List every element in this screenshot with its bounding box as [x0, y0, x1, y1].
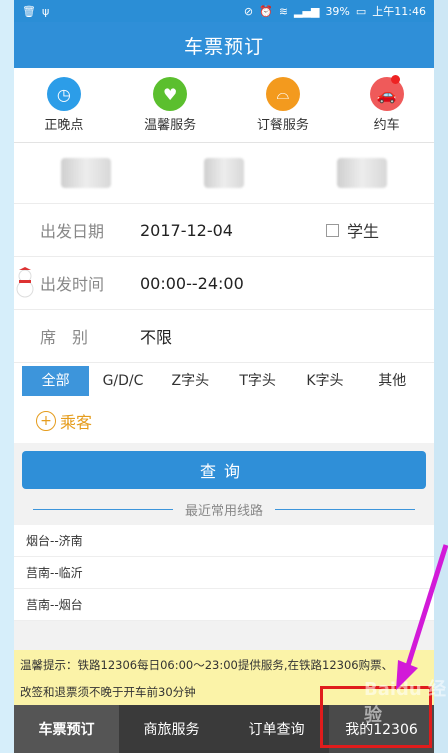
trash-icon: 🗑 — [22, 4, 36, 18]
usb-icon: ψ — [41, 4, 50, 18]
quick-label: 约车 — [373, 118, 400, 133]
tab-ticket-booking[interactable]: 车票预订 — [14, 705, 119, 753]
student-label: 学生 — [347, 222, 380, 241]
quick-label: 温馨服务 — [144, 118, 197, 133]
mute-icon: ⊘ — [243, 4, 254, 18]
train-type-filter: 全部 G/D/C Z字头 T字头 K字头 其他 — [14, 362, 434, 399]
plus-icon: + — [36, 411, 56, 431]
background-edge — [434, 0, 448, 753]
station-selector — [14, 143, 434, 203]
tab-business-service[interactable]: 商旅服务 — [119, 705, 224, 753]
snowman-icon — [16, 267, 34, 298]
passenger-label: 乘客 — [60, 413, 93, 432]
date-label: 出发日期 — [40, 222, 105, 241]
battery-level: 39% — [325, 4, 350, 18]
tab-order-query[interactable]: 订单查询 — [224, 705, 329, 753]
filter-other[interactable]: 其他 — [359, 366, 426, 396]
query-button[interactable]: 查询 — [22, 451, 426, 489]
time-value[interactable]: 00:00--24:00 — [140, 274, 244, 293]
filter-all[interactable]: 全部 — [22, 366, 90, 396]
page-title: 车票预订 — [183, 35, 264, 58]
checkbox-icon[interactable] — [326, 223, 339, 237]
add-passenger[interactable]: + 乘客 — [14, 399, 434, 443]
time-row[interactable]: 出发时间 00:00--24:00 — [14, 256, 434, 309]
divider — [32, 508, 173, 510]
clock-time: 上午11:46 — [372, 5, 426, 18]
seat-value[interactable]: 不限 — [140, 324, 172, 348]
status-bar: 🗑 ψ ⊘ ⏰ ≋ ▂▄▆ 39% ▭ 上午11:46 — [14, 0, 434, 22]
wifi-icon: ≋ — [278, 4, 289, 18]
app-title-bar: 车票预订 — [14, 22, 434, 68]
booking-form: 出发日期 2017-12-04 学生 出发时间 00:00--24:00 席 别… — [14, 203, 434, 362]
date-value[interactable]: 2017-12-04 — [140, 221, 233, 240]
food-dome-icon: ⌓ — [265, 77, 300, 111]
filter-z[interactable]: Z字头 — [157, 366, 224, 396]
filter-k[interactable]: K字头 — [291, 366, 358, 396]
signal-icon: ▂▄▆ — [294, 4, 320, 18]
quick-car-booking[interactable]: 🚗 约车 — [369, 75, 404, 133]
filter-gdc[interactable]: G/D/C — [89, 366, 156, 396]
student-checkbox[interactable]: 学生 — [326, 218, 379, 242]
battery-icon: ▭ — [355, 4, 367, 18]
from-station-blurred[interactable] — [60, 158, 111, 188]
alarm-icon: ⏰ — [259, 4, 273, 18]
recent-title: 最近常用线路 — [184, 503, 263, 519]
list-item[interactable]: 莒南--临沂 — [14, 557, 434, 589]
divider — [275, 508, 415, 510]
quick-label: 正晚点 — [44, 118, 84, 133]
heart-hand-icon: ♥ — [153, 77, 188, 111]
quick-services: ◷ 正晚点 ♥ 温馨服务 ⌓ 订餐服务 🚗 约车 — [14, 68, 434, 143]
clock-icon: ◷ — [46, 77, 81, 111]
list-item[interactable]: 烟台--济南 — [14, 525, 434, 557]
to-station-blurred[interactable] — [337, 158, 388, 188]
list-item[interactable]: 莒南--烟台 — [14, 589, 434, 621]
date-row[interactable]: 出发日期 2017-12-04 学生 — [14, 203, 434, 256]
seat-label: 席 别 — [40, 328, 89, 347]
filter-t[interactable]: T字头 — [224, 366, 291, 396]
recent-routes-header: 最近常用线路 — [14, 499, 434, 519]
notification-dot — [390, 75, 400, 84]
recent-routes: 烟台--济南 莒南--临沂 莒南--烟台 — [14, 525, 434, 621]
quick-meal-service[interactable]: ⌓ 订餐服务 — [257, 77, 309, 133]
quick-label: 订餐服务 — [256, 118, 309, 133]
swap-blurred[interactable] — [203, 158, 244, 188]
seat-row[interactable]: 席 别 不限 — [14, 309, 434, 362]
phone-screen: 🗑 ψ ⊘ ⏰ ≋ ▂▄▆ 39% ▭ 上午11:46 车票预订 ◷ 正晚点 ♥… — [14, 0, 434, 753]
quick-warm-service[interactable]: ♥ 温馨服务 — [144, 77, 196, 133]
quick-delay-status[interactable]: ◷ 正晚点 — [44, 77, 83, 133]
watermark: Baidu 经验 — [364, 679, 447, 726]
